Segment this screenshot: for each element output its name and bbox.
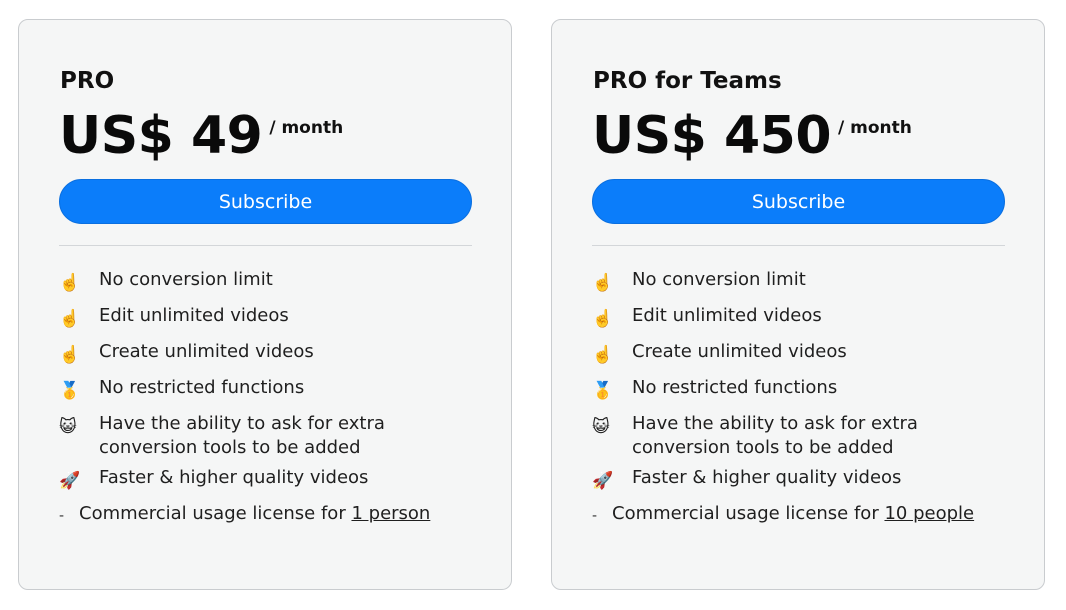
feature-list: ☝️ No conversion limit ☝️ Edit unlimited…	[59, 268, 479, 538]
plan-name: PRO for Teams	[593, 68, 782, 94]
feature-item: ☝️ No conversion limit	[59, 268, 479, 293]
pointing-finger-icon: ☝️	[592, 345, 614, 365]
license-text-wrap: Commercial usage license for 1 person	[79, 502, 430, 526]
feature-text: Create unlimited videos	[632, 341, 847, 362]
feature-text: Faster & higher quality videos	[99, 467, 369, 488]
plan-name: PRO	[60, 68, 115, 94]
feature-text: Have the ability to ask for extra conver…	[632, 413, 918, 458]
price-row: US$ 450 / month	[592, 106, 912, 166]
feature-item: ☝️ Create unlimited videos	[59, 340, 479, 365]
feature-text: Edit unlimited videos	[632, 305, 822, 326]
license-item: - Commercial usage license for 10 people	[592, 502, 1012, 526]
feature-item: 😺 Have the ability to ask for extra conv…	[59, 412, 479, 460]
feature-text: Faster & higher quality videos	[632, 467, 902, 488]
license-item: - Commercial usage license for 1 person	[59, 502, 479, 526]
feature-item: 🥇 No restricted functions	[59, 376, 479, 401]
license-seats-link[interactable]: 1 person	[351, 503, 430, 524]
subscribe-button[interactable]: Subscribe	[592, 179, 1005, 224]
feature-item: ☝️ No conversion limit	[592, 268, 1012, 293]
license-text-wrap: Commercial usage license for 10 people	[612, 502, 974, 526]
dash-bullet-icon: -	[59, 508, 65, 524]
divider	[59, 245, 472, 246]
feature-item: ☝️ Create unlimited videos	[592, 340, 1012, 365]
feature-item: 😺 Have the ability to ask for extra conv…	[592, 412, 1012, 460]
plan-card-pro-teams: PRO for Teams US$ 450 / month Subscribe …	[551, 19, 1045, 590]
feature-text: Create unlimited videos	[99, 341, 314, 362]
billing-period: / month	[269, 118, 344, 138]
price-row: US$ 49 / month	[59, 106, 344, 166]
billing-period: / month	[838, 118, 912, 138]
pointing-finger-icon: ☝️	[592, 273, 614, 293]
feature-item: ☝️ Edit unlimited videos	[592, 304, 1012, 329]
plan-card-pro: PRO US$ 49 / month Subscribe ☝️ No conve…	[18, 19, 512, 590]
feature-item: 🚀 Faster & higher quality videos	[592, 466, 1012, 491]
dash-bullet-icon: -	[592, 508, 598, 524]
feature-list: ☝️ No conversion limit ☝️ Edit unlimited…	[592, 268, 1012, 538]
pointing-finger-icon: ☝️	[59, 273, 81, 293]
feature-text: No conversion limit	[632, 269, 806, 290]
feature-item: ☝️ Edit unlimited videos	[59, 304, 479, 329]
pointing-finger-icon: ☝️	[59, 345, 81, 365]
feature-text: No restricted functions	[632, 377, 838, 398]
subscribe-button[interactable]: Subscribe	[59, 179, 472, 224]
cat-face-icon: 😺	[592, 417, 610, 437]
license-seats-link[interactable]: 10 people	[884, 503, 974, 524]
feature-text: Edit unlimited videos	[99, 305, 289, 326]
plan-price: US$ 450	[592, 106, 832, 166]
rocket-icon: 🚀	[592, 471, 614, 491]
pricing-plans: PRO US$ 49 / month Subscribe ☝️ No conve…	[0, 0, 1066, 610]
feature-item: 🚀 Faster & higher quality videos	[59, 466, 479, 491]
feature-text: No restricted functions	[99, 377, 305, 398]
gold-medal-icon: 🥇	[59, 381, 81, 401]
divider	[592, 245, 1005, 246]
pointing-finger-icon: ☝️	[59, 309, 81, 329]
rocket-icon: 🚀	[59, 471, 81, 491]
feature-item: 🥇 No restricted functions	[592, 376, 1012, 401]
feature-text: Have the ability to ask for extra conver…	[99, 413, 385, 458]
pointing-finger-icon: ☝️	[592, 309, 614, 329]
license-text: Commercial usage license for	[79, 503, 346, 524]
license-text: Commercial usage license for	[612, 503, 879, 524]
feature-text: No conversion limit	[99, 269, 273, 290]
gold-medal-icon: 🥇	[592, 381, 614, 401]
cat-face-icon: 😺	[59, 417, 77, 437]
plan-price: US$ 49	[59, 106, 263, 166]
